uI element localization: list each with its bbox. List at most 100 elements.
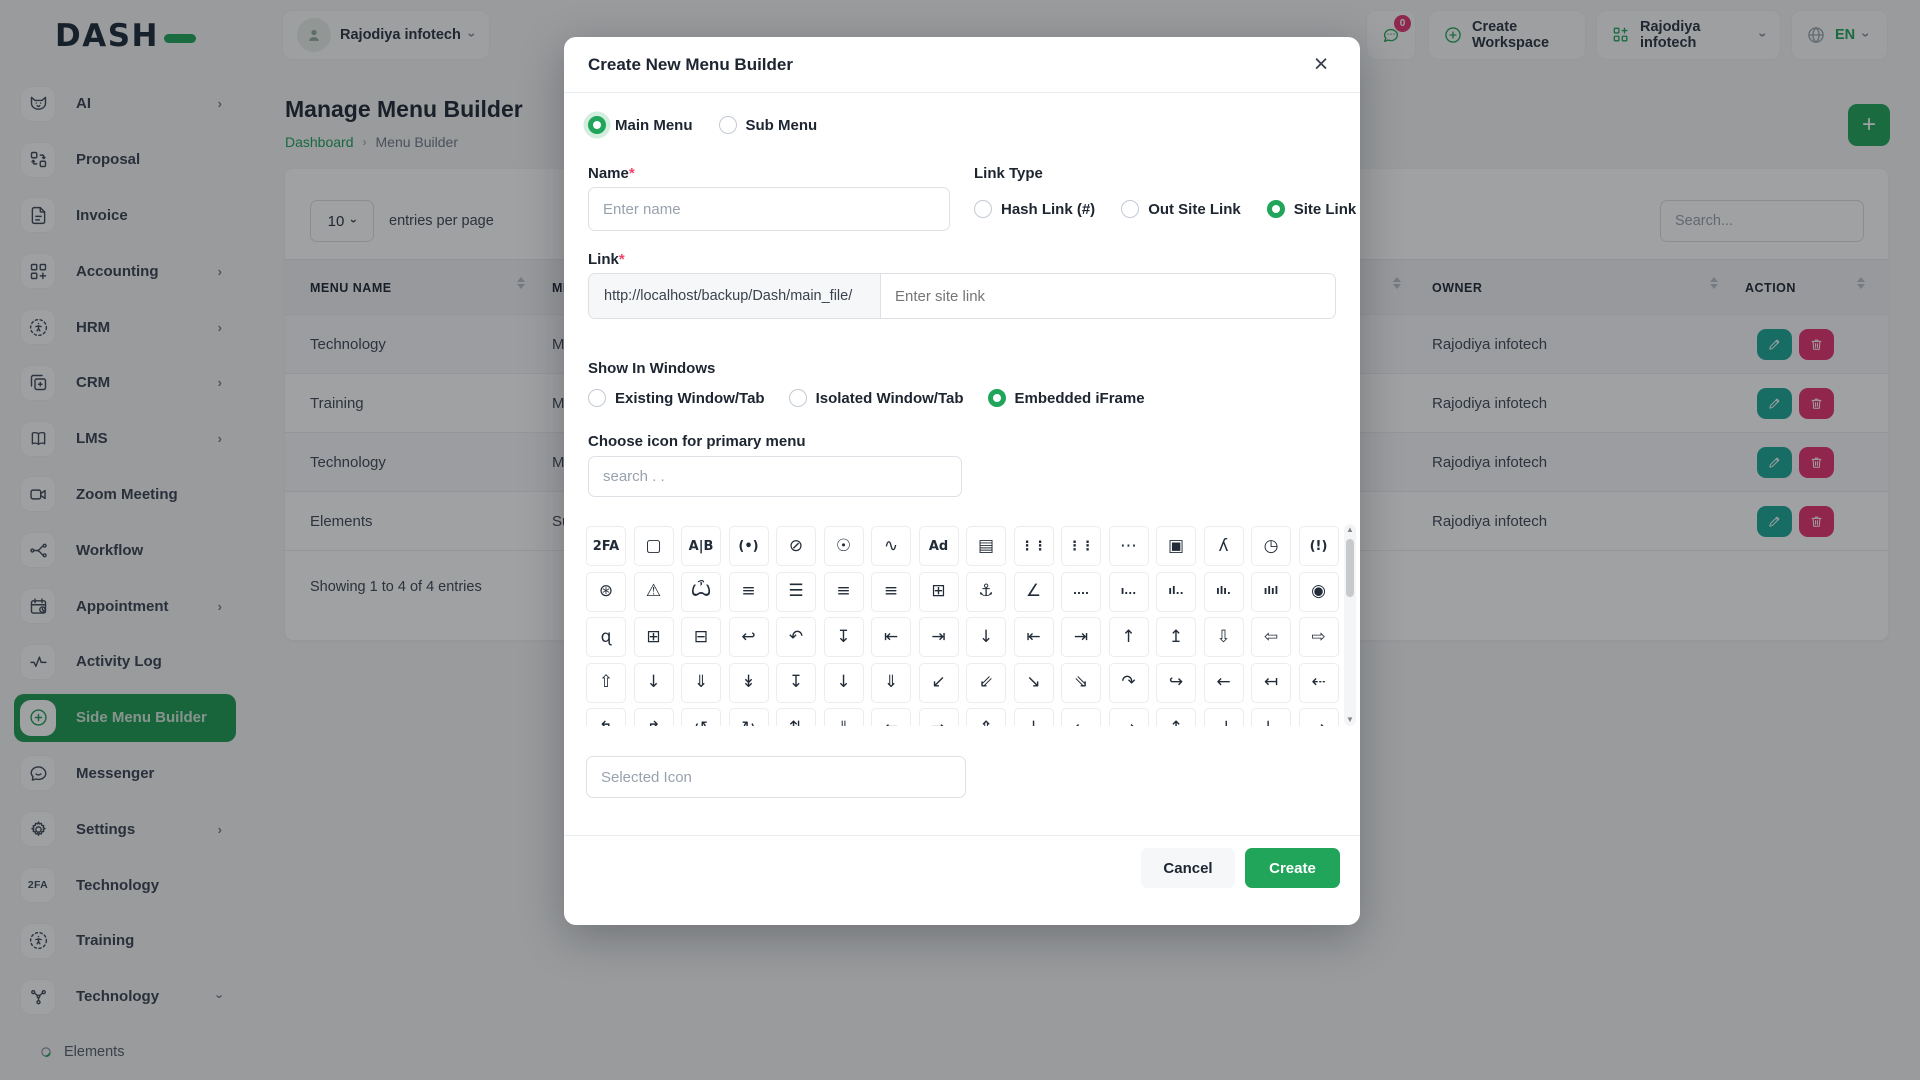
radio-option-out-site-link[interactable]: Out Site Link [1121, 200, 1241, 218]
arrow-bar-to-left-icon-tile[interactable]: ⇤ [1013, 617, 1054, 657]
arrow-loop-right-icon-tile[interactable]: ↻ [728, 708, 769, 726]
arrow-narrow-down-icon-tile[interactable]: ↓ [1013, 708, 1054, 726]
scrollbar-thumb[interactable] [1346, 539, 1354, 597]
antenna-bars-2-icon-tile[interactable]: ı... [1108, 571, 1149, 612]
arrow-down-left-icon-tile[interactable]: ↙ [918, 662, 959, 703]
icon-search-input[interactable] [588, 456, 962, 497]
activity-icon-tile[interactable]: ∿ [871, 526, 911, 566]
a-b-icon-tile[interactable]: A|B [681, 526, 721, 566]
accessible-icon-tile[interactable]: ☉ [823, 526, 864, 566]
name-input[interactable] [588, 187, 950, 231]
alert-circle-icon-tile[interactable]: (!) [1298, 526, 1339, 566]
arrow-bar-down-icon-tile[interactable]: ↧ [823, 617, 864, 657]
arrow-down-left-circle-icon-tile[interactable]: ⇙ [966, 662, 1006, 703]
arrow-bar-up-icon-tile[interactable]: ↥ [1156, 617, 1196, 657]
arrow-forward-icon-tile[interactable]: ↷ [1108, 662, 1149, 703]
arrow-bar-to-right-icon-tile[interactable]: ⇥ [1061, 617, 1101, 657]
arrow-loop-left-icon-tile[interactable]: ↺ [681, 708, 721, 726]
arrow-right-icon-tile[interactable]: → [1298, 708, 1339, 726]
arrow-big-right-icon-tile[interactable]: ⇨ [1298, 617, 1339, 657]
arrow-forward-up-icon-tile[interactable]: ↪ [1156, 662, 1196, 703]
access-point-icon-tile[interactable]: (•) [728, 526, 769, 566]
alert-triangle-icon-tile[interactable]: ⚠ [633, 571, 674, 612]
2fa-icon-tile[interactable]: 2FA [586, 526, 626, 566]
arrow-bottom-tail-icon-tile[interactable]: ↧ [776, 662, 816, 703]
radio-icon[interactable] [588, 116, 606, 134]
arrow-narrow-up-icon-tile[interactable]: ↑ [1156, 708, 1196, 726]
arrow-ramp-left-icon-tile[interactable]: ↲ [1203, 708, 1244, 726]
arrow-big-up-icon-tile[interactable]: ⇧ [586, 662, 626, 703]
radio-option-existing-window-tab[interactable]: Existing Window/Tab [588, 389, 765, 407]
ambulance-icon-tile[interactable]: ⊞ [918, 571, 959, 612]
arrow-down-circle-icon-tile[interactable]: ⇓ [871, 662, 911, 703]
arrow-move-up-icon-tile[interactable]: ⇑ [966, 708, 1006, 726]
affiliate-icon-tile[interactable]: ʎ [1203, 526, 1244, 566]
close-icon[interactable]: × [1304, 47, 1338, 81]
icon-grid-scrollbar[interactable]: ▲ ▼ [1344, 524, 1356, 726]
radio-icon[interactable] [1266, 200, 1285, 218]
arrow-move-right-icon-tile[interactable]: ⇒ [918, 708, 959, 726]
anchor-icon-tile[interactable]: ⚓ [966, 571, 1006, 612]
archive-icon-tile[interactable]: ⊟ [681, 617, 721, 657]
arrow-narrow-left-icon-tile[interactable]: ← [1061, 708, 1101, 726]
create-button[interactable]: Create [1245, 848, 1340, 888]
radio-option-isolated-window-tab[interactable]: Isolated Window/Tab [788, 389, 964, 407]
arrow-ramp-right-icon-tile[interactable]: ↳ [1251, 708, 1291, 726]
radio-option-hash-link[interactable]: Hash Link (#) [974, 200, 1095, 218]
selected-icon-input[interactable] [586, 756, 966, 798]
radio-icon[interactable] [788, 389, 807, 407]
arrow-bottom-circle-icon-tile[interactable]: ⇓ [681, 662, 721, 703]
angle-icon-tile[interactable]: ∠ [1013, 571, 1054, 612]
align-justified-icon-tile[interactable]: ☰ [776, 571, 816, 612]
align-left-icon-tile[interactable]: ≡ [823, 571, 864, 612]
radio-option-main-menu[interactable]: Main Menu [588, 116, 693, 134]
arrow-move-left-icon-tile[interactable]: ⇐ [871, 708, 911, 726]
arrow-back-icon-tile[interactable]: ↩ [728, 617, 769, 657]
aperture-icon-tile[interactable]: ◉ [1298, 571, 1339, 612]
arrow-big-left-icon-tile[interactable]: ⇦ [1251, 617, 1291, 657]
arrow-bottom-square-icon-tile[interactable]: ↡ [728, 662, 769, 703]
adjustments-icon-tile[interactable]: ⋮⋮ [1013, 526, 1054, 566]
radio-icon[interactable] [974, 200, 992, 218]
arrow-down-right-circle-icon-tile[interactable]: ⇘ [1061, 662, 1101, 703]
alert-octagon-icon-tile[interactable]: ⊛ [586, 571, 626, 612]
arrow-left-square-icon-tile[interactable]: ↰ [586, 708, 626, 726]
radio-icon[interactable] [588, 389, 606, 407]
arrow-left-icon-tile[interactable]: ← [1203, 662, 1244, 703]
arrow-bar-left-icon-tile[interactable]: ⇤ [871, 617, 911, 657]
site-link-input[interactable] [881, 274, 1335, 318]
antenna-bars-3-icon-tile[interactable]: ıl.. [1156, 571, 1196, 612]
radio-icon[interactable] [718, 116, 737, 134]
arrow-bar-to-up-icon-tile[interactable]: ↑ [1108, 617, 1149, 657]
arrow-down-right-icon-tile[interactable]: ↘ [1013, 662, 1054, 703]
apple-icon-tile[interactable]: ɋ [586, 617, 626, 657]
aerial-lift-icon-tile[interactable]: ▣ [1156, 526, 1196, 566]
align-right-icon-tile[interactable]: ≡ [871, 571, 911, 612]
scroll-up-icon[interactable]: ▲ [1344, 524, 1356, 536]
arrow-bar-right-icon-tile[interactable]: ⇥ [918, 617, 959, 657]
adjustments-horizontal-icon-tile[interactable]: ⋯ [1108, 526, 1149, 566]
cancel-button[interactable]: Cancel [1141, 848, 1235, 888]
apps-icon-tile[interactable]: ⊞ [633, 617, 674, 657]
arrow-big-down-icon-tile[interactable]: ⇩ [1203, 617, 1244, 657]
antenna-bars-5-icon-tile[interactable]: ılıl [1251, 571, 1291, 612]
antenna-bars-1-icon-tile[interactable]: .... [1061, 571, 1101, 612]
arrow-back-up-icon-tile[interactable]: ↶ [776, 617, 816, 657]
arrow-down-icon-tile[interactable]: ↓ [823, 662, 864, 703]
arrow-merge-icon-tile[interactable]: ⇅ [776, 708, 816, 726]
alarm-icon-tile[interactable]: ◷ [1251, 526, 1291, 566]
scroll-down-icon[interactable]: ▼ [1344, 714, 1356, 726]
antenna-bars-4-icon-tile[interactable]: ılı. [1203, 571, 1244, 612]
a-b-2-icon-tile[interactable]: ▢ [633, 526, 674, 566]
arrow-bottom-bar-icon-tile[interactable]: ↓ [633, 662, 674, 703]
alien-icon-tile[interactable]: Ѽ [681, 571, 721, 612]
ad-icon-tile[interactable]: Ad [918, 526, 959, 566]
radio-option-sub-menu[interactable]: Sub Menu [718, 116, 817, 134]
adjustments-alt-icon-tile[interactable]: ⋮⋮ [1061, 526, 1101, 566]
arrow-narrow-right-icon-tile[interactable]: → [1108, 708, 1149, 726]
arrow-left-circle-icon-tile[interactable]: ⇠ [1298, 662, 1339, 703]
arrow-move-down-icon-tile[interactable]: ⇓ [823, 708, 864, 726]
ad-2-icon-tile[interactable]: ▤ [966, 526, 1006, 566]
radio-icon[interactable] [1121, 200, 1140, 218]
radio-icon[interactable] [987, 389, 1006, 407]
